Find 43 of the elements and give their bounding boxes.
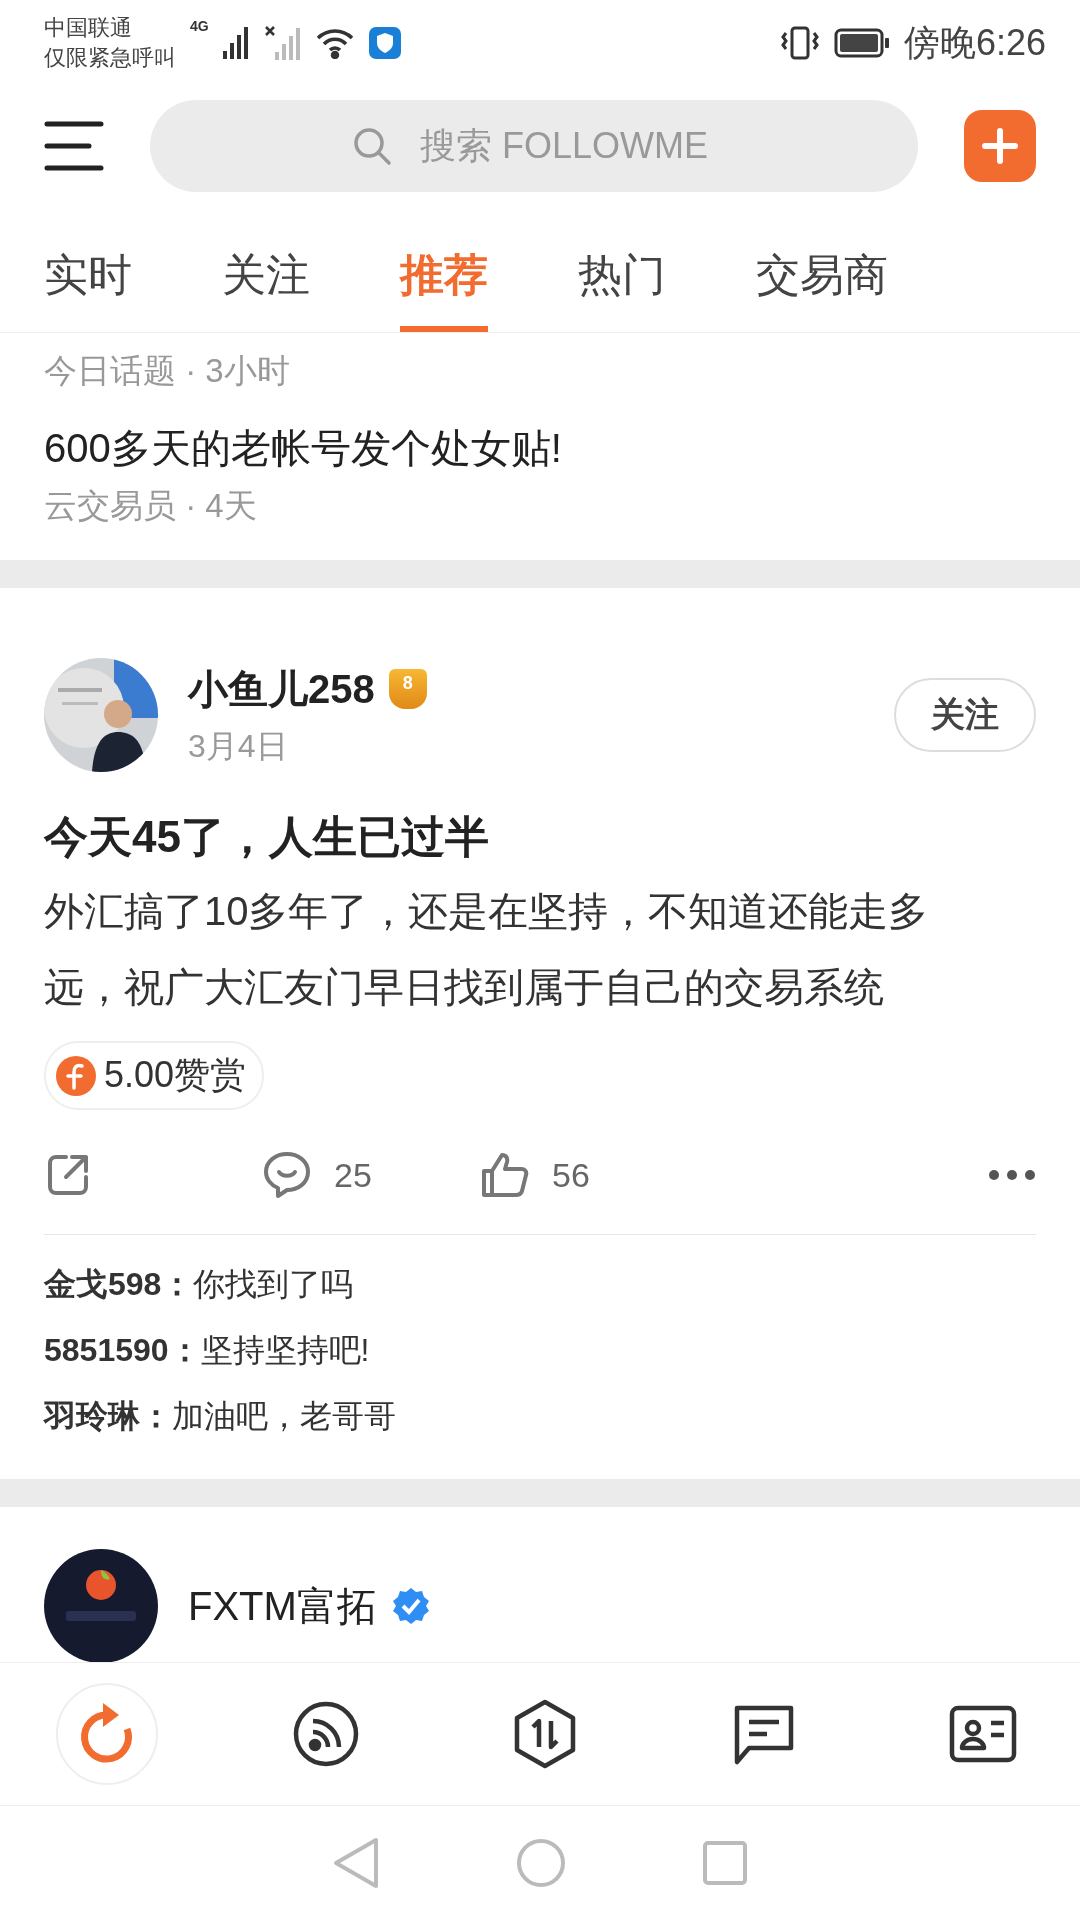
like-count: 56 bbox=[552, 1155, 590, 1195]
post-date: 3月4日 bbox=[188, 726, 289, 766]
comment-text: 金戈598：你找到了吗 bbox=[44, 1265, 355, 1304]
add-button[interactable] bbox=[964, 110, 1036, 182]
post-body: 外汇搞了10多年了，还是在坚持，不知道还能走多远，祝广大汇友门早日找到属于自己的交易系统 bbox=[44, 888, 930, 1011]
post-meta: 云交易员 · 4天 bbox=[44, 486, 258, 526]
profile-card-icon bbox=[949, 1705, 1017, 1763]
comment-icon[interactable] bbox=[262, 1150, 312, 1200]
plus-icon bbox=[982, 128, 1018, 164]
post-title[interactable]: 今天45了，人生已过半 bbox=[44, 808, 1036, 867]
feed-tab[interactable]: 热门 bbox=[578, 206, 666, 332]
battery-icon bbox=[833, 28, 890, 58]
follow-button[interactable]: 关注 bbox=[894, 678, 1036, 752]
more-icon[interactable] bbox=[988, 1169, 1036, 1181]
signal-icon bbox=[222, 27, 251, 59]
carrier-name: 中国联通 bbox=[44, 14, 133, 42]
feed-tab[interactable]: 实时 bbox=[44, 206, 132, 332]
carrier-note: 仅限紧急呼叫 bbox=[44, 44, 176, 72]
rss-icon bbox=[293, 1701, 359, 1767]
level-badge: 8 bbox=[388, 669, 427, 709]
network-label: 4G bbox=[190, 18, 209, 34]
comment-text: 5851590：坚持坚持吧! bbox=[44, 1331, 371, 1370]
reward-amount: 5.00赞赏 bbox=[104, 1053, 247, 1097]
feed-tab[interactable]: 关注 bbox=[222, 206, 310, 332]
wifi-icon bbox=[314, 27, 355, 59]
clock-time: 傍晚6:26 bbox=[903, 20, 1046, 65]
thumbs-up-icon[interactable] bbox=[480, 1151, 530, 1199]
vibrate-icon bbox=[779, 25, 820, 61]
author-name[interactable]: FXTM富拓 bbox=[188, 1578, 377, 1634]
post-title[interactable]: 600多天的老帐号发个处女贴! bbox=[44, 421, 1036, 476]
comment-count: 25 bbox=[334, 1155, 372, 1195]
coin-icon bbox=[56, 1055, 96, 1096]
no-signal-icon bbox=[264, 26, 301, 60]
menu-icon[interactable] bbox=[44, 120, 104, 172]
search-icon bbox=[352, 126, 392, 166]
feed-tab[interactable]: 交易商 bbox=[756, 206, 888, 332]
search-field[interactable]: 搜索 FOLLOWME bbox=[150, 100, 918, 192]
author-name[interactable]: 小鱼儿258 bbox=[188, 661, 375, 717]
reward-chip[interactable]: 5.00赞赏 bbox=[44, 1041, 265, 1110]
post-meta: 今日话题 · 3小时 bbox=[44, 351, 291, 391]
shield-app-icon bbox=[368, 27, 401, 59]
comment-text: 羽玲琳：加油吧，老哥哥 bbox=[44, 1397, 397, 1436]
exchange-icon bbox=[513, 1699, 577, 1769]
